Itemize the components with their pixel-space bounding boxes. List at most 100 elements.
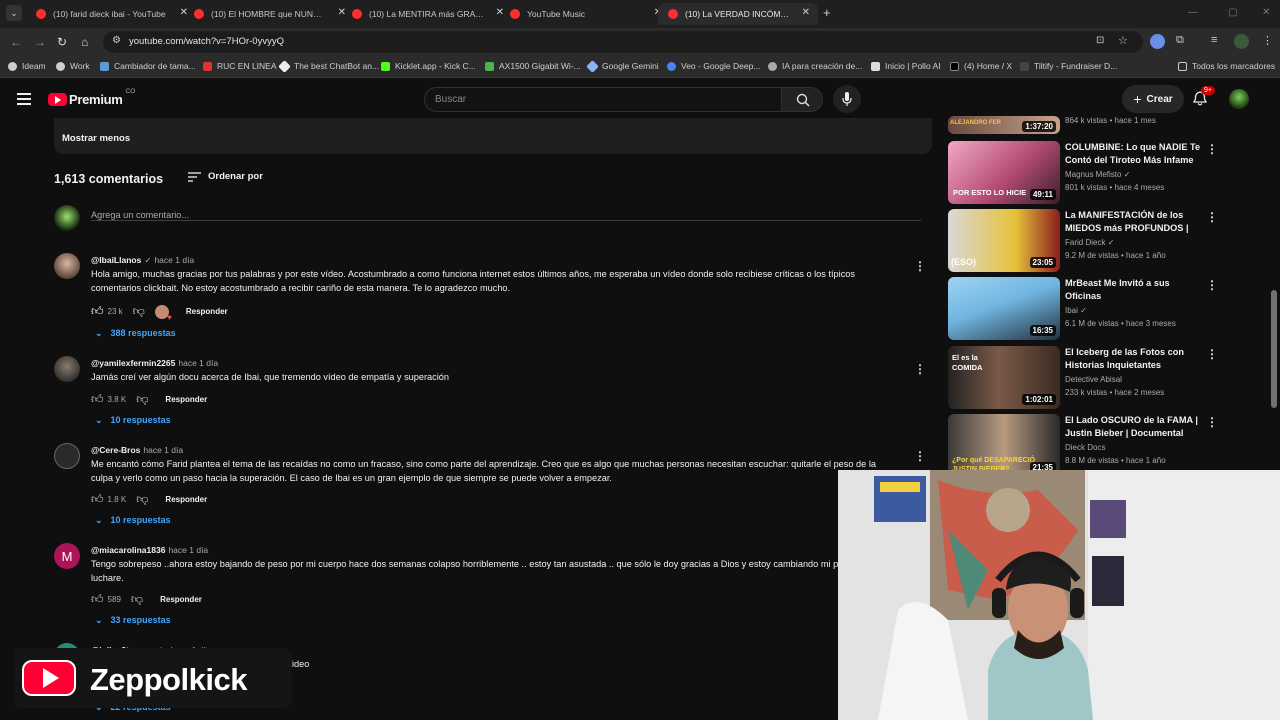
create-button[interactable]: + Crear (1122, 85, 1184, 113)
home-icon[interactable]: ⌂ (81, 35, 88, 49)
site-info-icon[interactable]: ⚙ (112, 35, 121, 46)
bookmark-item[interactable]: Kicklet.app - Kick C... (381, 61, 476, 71)
browser-tab[interactable]: (10) La MENTIRA más GRANDE ✕ (342, 3, 512, 25)
comment-avatar[interactable] (54, 253, 80, 279)
maximize-icon[interactable]: ▢ (1228, 7, 1237, 18)
forward-icon[interactable]: → (34, 35, 46, 49)
comment-author[interactable]: @yamilexfermin2265 hace 1 día (91, 358, 218, 368)
bookmark-item[interactable]: (4) Home / X (950, 61, 1012, 71)
browser-tab[interactable]: YouTube Music ✕ (500, 3, 670, 25)
reading-list-icon[interactable]: ≡ (1211, 34, 1217, 46)
dislike-icon[interactable]: 👎︎ (136, 492, 148, 507)
extensions-icon[interactable]: ⧉ (1176, 34, 1184, 47)
youtube-premium-logo[interactable]: Premium CO (48, 88, 135, 107)
install-icon[interactable]: ⊡ (1096, 35, 1104, 46)
comment-avatar[interactable] (54, 356, 80, 382)
video-channel[interactable]: Magnus Mefisto ✓ (1065, 170, 1130, 179)
search-button[interactable] (781, 87, 823, 112)
reply-button[interactable]: Responder (165, 495, 207, 504)
dislike-icon[interactable]: 👎︎ (133, 304, 145, 319)
video-channel[interactable]: Detective Abisal (1065, 375, 1122, 384)
comment-menu-icon[interactable]: ⋮ (914, 259, 926, 273)
browser-tab[interactable]: (10) farid dieck ibai - YouTube ✕ (26, 3, 196, 25)
close-window-icon[interactable]: ✕ (1262, 7, 1270, 18)
video-title[interactable]: El Iceberg de las Fotos con Historias In… (1065, 346, 1201, 372)
video-title[interactable]: COLUMBINE: Lo que NADIE Te Contó del Tir… (1065, 141, 1201, 167)
tab-search-button[interactable]: ⌄ (6, 5, 22, 21)
like-icon[interactable]: 👍︎ (91, 492, 104, 507)
related-video[interactable]: ALEJANDRO FER 1:37:20 864 k vistas • hac… (948, 116, 1212, 136)
reply-button[interactable]: Responder (186, 307, 228, 316)
like-icon[interactable]: 👍︎ (91, 592, 104, 607)
video-channel[interactable]: Farid Dieck ✓ (1065, 238, 1114, 247)
comment-menu-icon[interactable]: ⋮ (914, 449, 926, 463)
video-menu-icon[interactable]: ⋮ (1206, 278, 1218, 292)
comment-author[interactable]: @Cere-Bros hace 1 día (91, 445, 183, 455)
comment-author[interactable]: @IbaiLlanos ✓ hace 1 día (91, 255, 194, 266)
video-title[interactable]: El Lado OSCURO de la FAMA | Justin Biebe… (1065, 414, 1201, 440)
comment-menu-icon[interactable]: ⋮ (914, 362, 926, 376)
video-title[interactable]: La MANIFESTACIÓN de los MIEDOS más PROFU… (1065, 209, 1201, 235)
video-channel[interactable]: Ibai ✓ (1065, 306, 1087, 315)
sort-by-button[interactable]: Ordenar por (188, 171, 263, 182)
hamburger-menu-icon[interactable] (17, 93, 31, 105)
video-title[interactable]: MrBeast Me Invitó a sus Oficinas (1065, 277, 1201, 303)
browser-menu-icon[interactable]: ⋮ (1262, 34, 1273, 47)
address-bar[interactable]: ⚙ youtube.com/watch?v=7HOr-0yvyyQ ⊡ ☆ (103, 31, 1143, 53)
video-thumbnail[interactable]: ¿Por qué DESAPARECIÓ JUSTIN BIEBER? 21:3… (948, 414, 1060, 477)
show-replies-button[interactable]: ⌄ 10 respuestas (95, 515, 171, 526)
comment-avatar[interactable] (54, 443, 80, 469)
like-icon[interactable]: 👍︎ (91, 392, 104, 407)
bookmark-item[interactable]: Veo - Google Deep... (667, 61, 760, 71)
related-video[interactable]: ¿Por qué DESAPARECIÓ JUSTIN BIEBER? 21:3… (948, 414, 1218, 478)
video-menu-icon[interactable]: ⋮ (1206, 347, 1218, 361)
browser-tab[interactable]: (10) El HOMBRE que NUNCA p ✕ (184, 3, 354, 25)
profile-avatar-icon[interactable] (1234, 34, 1249, 49)
bookmark-star-icon[interactable]: ☆ (1118, 34, 1128, 47)
account-avatar[interactable] (1229, 89, 1249, 109)
related-video[interactable]: POR ESTO LO HICIE 49:11 COLUMBINE: Lo qu… (948, 141, 1218, 205)
show-replies-button[interactable]: ⌄ 33 respuestas (95, 615, 171, 626)
reply-button[interactable]: Responder (160, 595, 202, 604)
minimize-icon[interactable]: — (1188, 7, 1198, 18)
show-less-button[interactable]: Mostrar menos (62, 133, 130, 144)
bookmark-item[interactable]: RUC EN LINEA (203, 61, 277, 71)
bookmark-item[interactable]: Work (56, 61, 90, 71)
video-menu-icon[interactable]: ⋮ (1206, 415, 1218, 429)
dislike-icon[interactable]: 👎︎ (131, 592, 143, 607)
notifications-button[interactable]: 9+ (1192, 86, 1215, 111)
comment-avatar[interactable]: M (54, 543, 80, 569)
video-thumbnail[interactable]: (ESO) 23:05 (948, 209, 1060, 272)
video-thumbnail[interactable]: 16:35 (948, 277, 1060, 340)
bookmark-item[interactable]: Inicio | Pollo AI (871, 61, 941, 71)
all-bookmarks-button[interactable]: Todos los marcadores (1178, 61, 1275, 71)
bookmark-item[interactable]: IA para creación de... (768, 61, 862, 71)
related-video[interactable]: (ESO) 23:05 La MANIFESTACIÓN de los MIED… (948, 209, 1218, 273)
bookmark-item[interactable]: Tiltify - Fundraiser D... (1020, 61, 1117, 71)
bookmark-item[interactable]: AX1500 Gigabit Wi-... (485, 61, 581, 71)
dislike-icon[interactable]: 👎︎ (136, 392, 148, 407)
video-menu-icon[interactable]: ⋮ (1206, 210, 1218, 224)
search-box[interactable]: Buscar (424, 87, 782, 112)
video-thumbnail[interactable]: El es la COMIDA 1:02:01 (948, 346, 1060, 409)
browser-tab-active[interactable]: (10) La VERDAD INCÓMODA sc ✕ (658, 3, 818, 25)
search-input[interactable]: Buscar (435, 94, 466, 105)
close-tab-icon[interactable]: ✕ (802, 7, 810, 18)
like-icon[interactable]: 👍︎ (91, 304, 104, 319)
show-replies-button[interactable]: ⌄ 388 respuestas (95, 328, 176, 339)
new-tab-icon[interactable]: + (823, 5, 831, 20)
related-video[interactable]: 16:35 MrBeast Me Invitó a sus Oficinas I… (948, 277, 1218, 341)
bookmark-item[interactable]: The best ChatBot an... (278, 59, 379, 73)
related-video[interactable]: El es la COMIDA 1:02:01 El Iceberg de la… (948, 346, 1218, 410)
voice-search-button[interactable] (833, 85, 861, 113)
back-icon[interactable]: ← (10, 35, 22, 49)
comment-author[interactable]: @miacarolina1836 hace 1 día (91, 545, 208, 555)
reply-button[interactable]: Responder (165, 395, 207, 404)
video-thumbnail[interactable]: POR ESTO LO HICIE 49:11 (948, 141, 1060, 204)
bookmark-item[interactable]: Cambiador de tama... (100, 61, 196, 71)
show-replies-button[interactable]: ⌄ 10 respuestas (95, 415, 171, 426)
reload-icon[interactable]: ↻ (57, 35, 67, 49)
google-profile-icon[interactable] (1150, 34, 1165, 49)
video-menu-icon[interactable]: ⋮ (1206, 142, 1218, 156)
video-thumbnail[interactable]: ALEJANDRO FER 1:37:20 (948, 116, 1060, 134)
